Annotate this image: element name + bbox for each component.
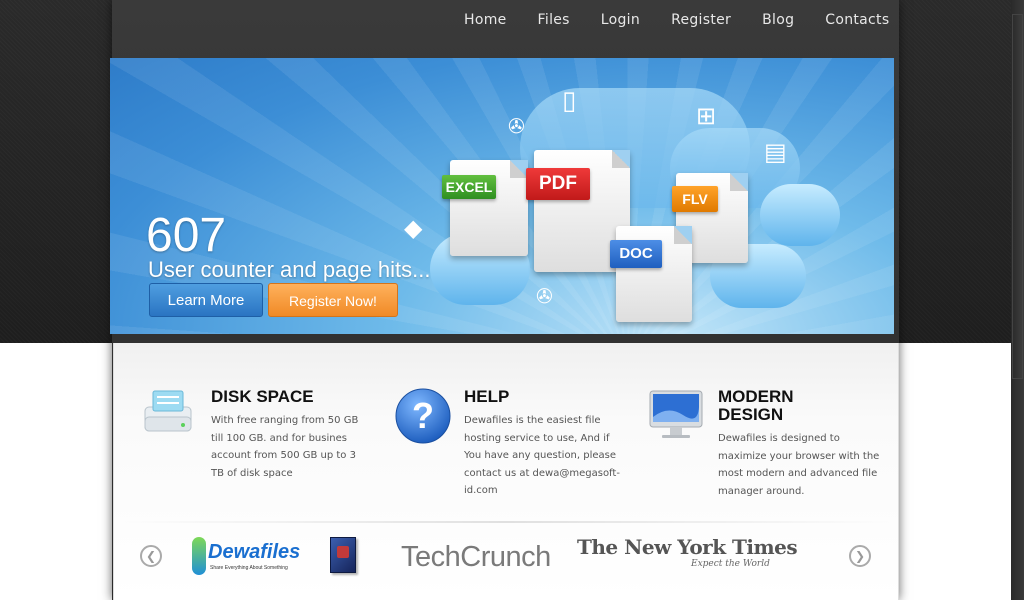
nav-files[interactable]: Files (538, 0, 570, 40)
feature-title: DESIGN (718, 405, 784, 424)
feature-text-line: Dewafiles is the easiest file (464, 415, 601, 426)
add-file-icon: ⊞ (696, 102, 717, 130)
feature-text-line: till 100 GB. and for busines (211, 432, 347, 444)
film-reel-bottom-icon: ✇ (536, 284, 553, 308)
nav-blog[interactable]: Blog (762, 0, 794, 40)
carousel-next-button[interactable]: ❯ (849, 545, 871, 567)
hero-banner: EXCEL PDF FLV DOC ✇ ✇ ▯ ⊞ ▤ ◆ 607 User c… (110, 58, 894, 334)
feature-text-line: most modern and advanced file (718, 468, 878, 479)
feature-modern-design: MODERN DESIGN Dewafiles is designed to m… (718, 388, 883, 500)
feature-text-line: hosting service to use, And if (464, 432, 610, 444)
monitor-icon (648, 387, 704, 447)
product-box-icon (330, 537, 356, 573)
svg-text:?: ? (412, 395, 434, 436)
nav-contacts[interactable]: Contacts (825, 0, 889, 40)
feature-title: HELP (464, 387, 510, 406)
counter-caption: User counter and page hits... (148, 257, 431, 282)
feature-text-line: account from 500 GB up to 3 (211, 450, 356, 461)
nav-home[interactable]: Home (464, 0, 507, 40)
feature-text-line: With free ranging from 50 GB (211, 415, 359, 426)
cloud-right-top (760, 184, 840, 246)
feature-title: MODERN (718, 387, 794, 406)
feature-text-line: manager around. (718, 485, 805, 497)
excel-tag: EXCEL (442, 175, 496, 199)
techcrunch-logo: TechCrunch (401, 541, 551, 573)
feature-title: DISK SPACE (211, 387, 314, 406)
dewafiles-logo: Dewafiles Share Everything About Somethi… (192, 537, 300, 577)
film-reel-icon: ✇ (508, 114, 525, 138)
feature-text-line: maximize your browser with the (718, 450, 880, 462)
doc-tag: DOC (610, 240, 662, 268)
section-divider (124, 521, 890, 523)
counter-value: 607 (146, 209, 227, 262)
nyt-logo: The New York Times Expect the World (577, 535, 798, 569)
features-section: DISK SPACE With free ranging from 50 GB … (113, 343, 899, 600)
feature-text-line: Dewafiles is designed to (718, 433, 840, 444)
feature-disk-space: DISK SPACE With free ranging from 50 GB … (211, 388, 371, 482)
feature-text-line: id.com (464, 485, 498, 496)
learn-more-button[interactable]: Learn More (149, 283, 263, 317)
feature-text-line: You have any question, please (464, 450, 617, 461)
chat-bubble-icon: ▤ (764, 138, 787, 166)
hard-drive-icon (141, 387, 195, 445)
register-now-button[interactable]: Register Now! (268, 283, 398, 317)
flv-tag: FLV (672, 186, 718, 212)
help-icon: ? (394, 387, 452, 449)
tag-shape-icon: ◆ (404, 214, 423, 242)
partner-carousel: ❮ Dewafiles Share Everything About Somet… (114, 533, 898, 583)
carousel-prev-button[interactable]: ❮ (140, 545, 162, 567)
feature-text-line: TB of disk space (211, 467, 293, 479)
feature-help: HELP Dewafiles is the easiest file hosti… (464, 388, 624, 500)
nav-login[interactable]: Login (601, 0, 640, 40)
feature-text-line: contact us at dewa@megasoft- (464, 467, 620, 479)
pdf-tag: PDF (526, 168, 590, 200)
scrollbar-thumb[interactable] (1012, 14, 1023, 379)
nav-register[interactable]: Register (671, 0, 731, 40)
file-icon: ▯ (562, 86, 577, 116)
main-nav: Home Files Login Register Blog Contacts (464, 0, 889, 40)
